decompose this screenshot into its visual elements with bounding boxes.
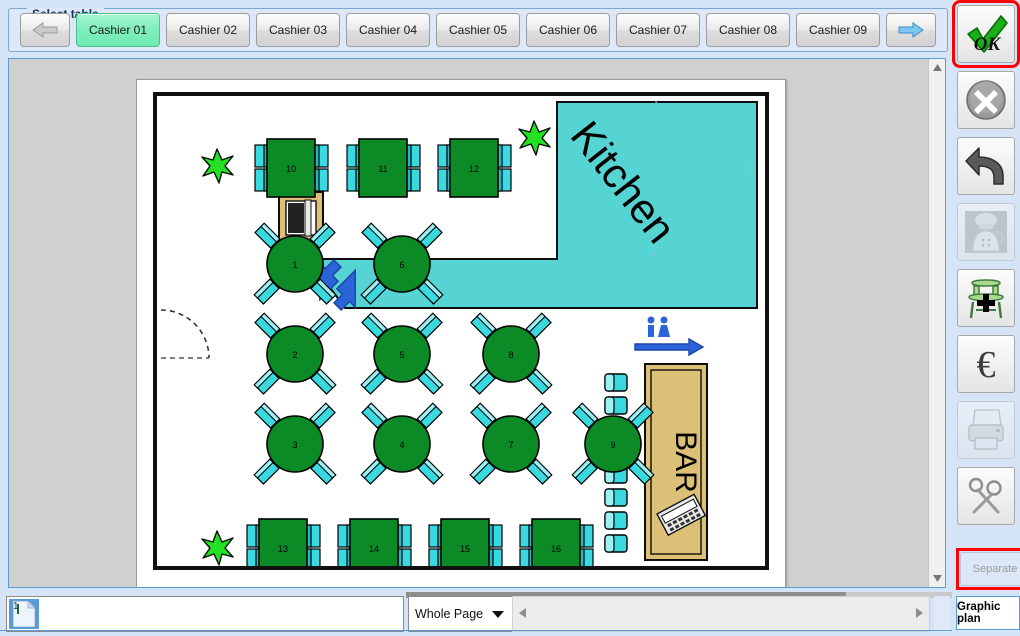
svg-text:14: 14 bbox=[369, 544, 379, 554]
floorplan-canvas[interactable]: Kitchen xxx bbox=[8, 58, 946, 588]
canvas-horizontal-scrollbar[interactable] bbox=[512, 596, 930, 632]
door-icon bbox=[157, 308, 209, 358]
canvas-vertical-scrollbar[interactable] bbox=[928, 59, 945, 587]
table-8[interactable]: 8 bbox=[470, 313, 551, 394]
ok-button[interactable]: OK bbox=[957, 5, 1015, 63]
scrollbar-corner bbox=[934, 596, 950, 632]
svg-text:16: 16 bbox=[551, 544, 561, 554]
page-thumbnail-panel[interactable]: 1 bbox=[6, 596, 404, 632]
triangle-right-icon bbox=[916, 608, 923, 618]
table-3[interactable]: 3 bbox=[254, 403, 335, 484]
page-number-label: 1 bbox=[13, 601, 19, 612]
restroom-sign-icon bbox=[635, 317, 703, 356]
svg-text:15: 15 bbox=[460, 544, 470, 554]
svg-text:3: 3 bbox=[292, 440, 297, 450]
restaurant-room: Kitchen xxx bbox=[153, 92, 769, 570]
table-11[interactable]: 11 bbox=[347, 139, 420, 197]
svg-text:12: 12 bbox=[469, 164, 479, 174]
svg-text:10: 10 bbox=[286, 164, 296, 174]
tab-cashier-04[interactable]: Cashier 04 bbox=[346, 13, 430, 47]
tab-prev-button[interactable] bbox=[20, 13, 70, 47]
plant-icon bbox=[202, 531, 233, 565]
tab-cashier-07[interactable]: Cashier 07 bbox=[616, 13, 700, 47]
svg-text:x: x bbox=[749, 163, 754, 173]
table-7[interactable]: 7 bbox=[470, 403, 551, 484]
euro-icon: € bbox=[964, 342, 1008, 386]
svg-text:11: 11 bbox=[378, 164, 387, 174]
svg-text:5: 5 bbox=[399, 350, 404, 360]
plant-icon bbox=[519, 121, 550, 155]
green-check-ok-icon: OK bbox=[963, 12, 1009, 56]
chair-plus-icon bbox=[962, 274, 1010, 322]
undo-button[interactable] bbox=[957, 137, 1015, 195]
graphic-plan-label[interactable]: Graphic plan bbox=[956, 596, 1020, 630]
cashier-tabbar: Cashier 01 Cashier 02 Cashier 03 Cashier… bbox=[8, 8, 948, 52]
separate-button[interactable]: Separate bbox=[960, 552, 1020, 586]
table-15[interactable]: 15 bbox=[429, 519, 502, 566]
scroll-down-button[interactable] bbox=[929, 570, 946, 587]
table-1[interactable]: 1 bbox=[254, 223, 335, 304]
plant-icon bbox=[202, 149, 233, 183]
svg-text:2: 2 bbox=[292, 350, 297, 360]
table-2[interactable]: 2 bbox=[254, 313, 335, 394]
svg-text:1: 1 bbox=[292, 260, 297, 270]
svg-text:€: € bbox=[977, 344, 996, 386]
zoom-level-value: Whole Page bbox=[415, 607, 483, 621]
add-table-button[interactable] bbox=[957, 269, 1015, 327]
tab-cashier-09[interactable]: Cashier 09 bbox=[796, 13, 880, 47]
tab-cashier-03[interactable]: Cashier 03 bbox=[256, 13, 340, 47]
svg-text:9: 9 bbox=[610, 440, 615, 450]
table-9[interactable]: 9 bbox=[572, 403, 653, 484]
cancel-button[interactable] bbox=[957, 71, 1015, 129]
tab-cashier-05[interactable]: Cashier 05 bbox=[436, 13, 520, 47]
svg-text:OK: OK bbox=[974, 34, 1002, 55]
scroll-up-button[interactable] bbox=[929, 59, 946, 76]
svg-text:13: 13 bbox=[278, 544, 288, 554]
chef-icon bbox=[963, 209, 1009, 255]
scissors-icon bbox=[964, 474, 1008, 518]
svg-text:4: 4 bbox=[399, 440, 404, 450]
action-sidebar: OK bbox=[952, 0, 1020, 636]
chevron-down-icon bbox=[492, 611, 504, 618]
table-10[interactable]: 10 bbox=[255, 139, 328, 197]
bar-label-text: BAR bbox=[669, 431, 702, 493]
triangle-left-icon bbox=[519, 608, 526, 618]
svg-text:x: x bbox=[654, 97, 659, 107]
floorplan-svg: Kitchen xxx bbox=[157, 96, 765, 566]
printer-icon bbox=[963, 408, 1009, 452]
tab-cashier-01[interactable]: Cashier 01 bbox=[76, 13, 160, 47]
tab-next-button[interactable] bbox=[886, 13, 936, 47]
floorplan-page[interactable]: Kitchen xxx bbox=[136, 79, 786, 588]
table-6[interactable]: 6 bbox=[361, 223, 442, 304]
zoom-level-select[interactable]: Whole Page bbox=[408, 596, 513, 632]
cut-button[interactable] bbox=[957, 467, 1015, 525]
svg-text:6: 6 bbox=[399, 260, 404, 270]
tab-cashier-08[interactable]: Cashier 08 bbox=[706, 13, 790, 47]
table-5[interactable]: 5 bbox=[361, 313, 442, 394]
tab-cashier-02[interactable]: Cashier 02 bbox=[166, 13, 250, 47]
svg-text:8: 8 bbox=[508, 350, 513, 360]
table-16[interactable]: 16 bbox=[520, 519, 593, 566]
table-14[interactable]: 14 bbox=[338, 519, 411, 566]
bottom-divider bbox=[0, 630, 952, 631]
arrow-left-icon bbox=[31, 22, 59, 38]
undo-arrow-icon bbox=[963, 144, 1009, 188]
arrow-right-icon bbox=[897, 22, 925, 38]
grey-x-circle-icon bbox=[964, 78, 1008, 122]
svg-text:7: 7 bbox=[508, 440, 513, 450]
print-button[interactable] bbox=[957, 401, 1015, 459]
table-13[interactable]: 13 bbox=[247, 519, 320, 566]
svg-text:x: x bbox=[651, 248, 656, 258]
tab-cashier-06[interactable]: Cashier 06 bbox=[526, 13, 610, 47]
payment-button[interactable]: € bbox=[957, 335, 1015, 393]
kitchen-staff-button[interactable] bbox=[957, 203, 1015, 261]
table-4[interactable]: 4 bbox=[361, 403, 442, 484]
table-12[interactable]: 12 bbox=[438, 139, 511, 197]
